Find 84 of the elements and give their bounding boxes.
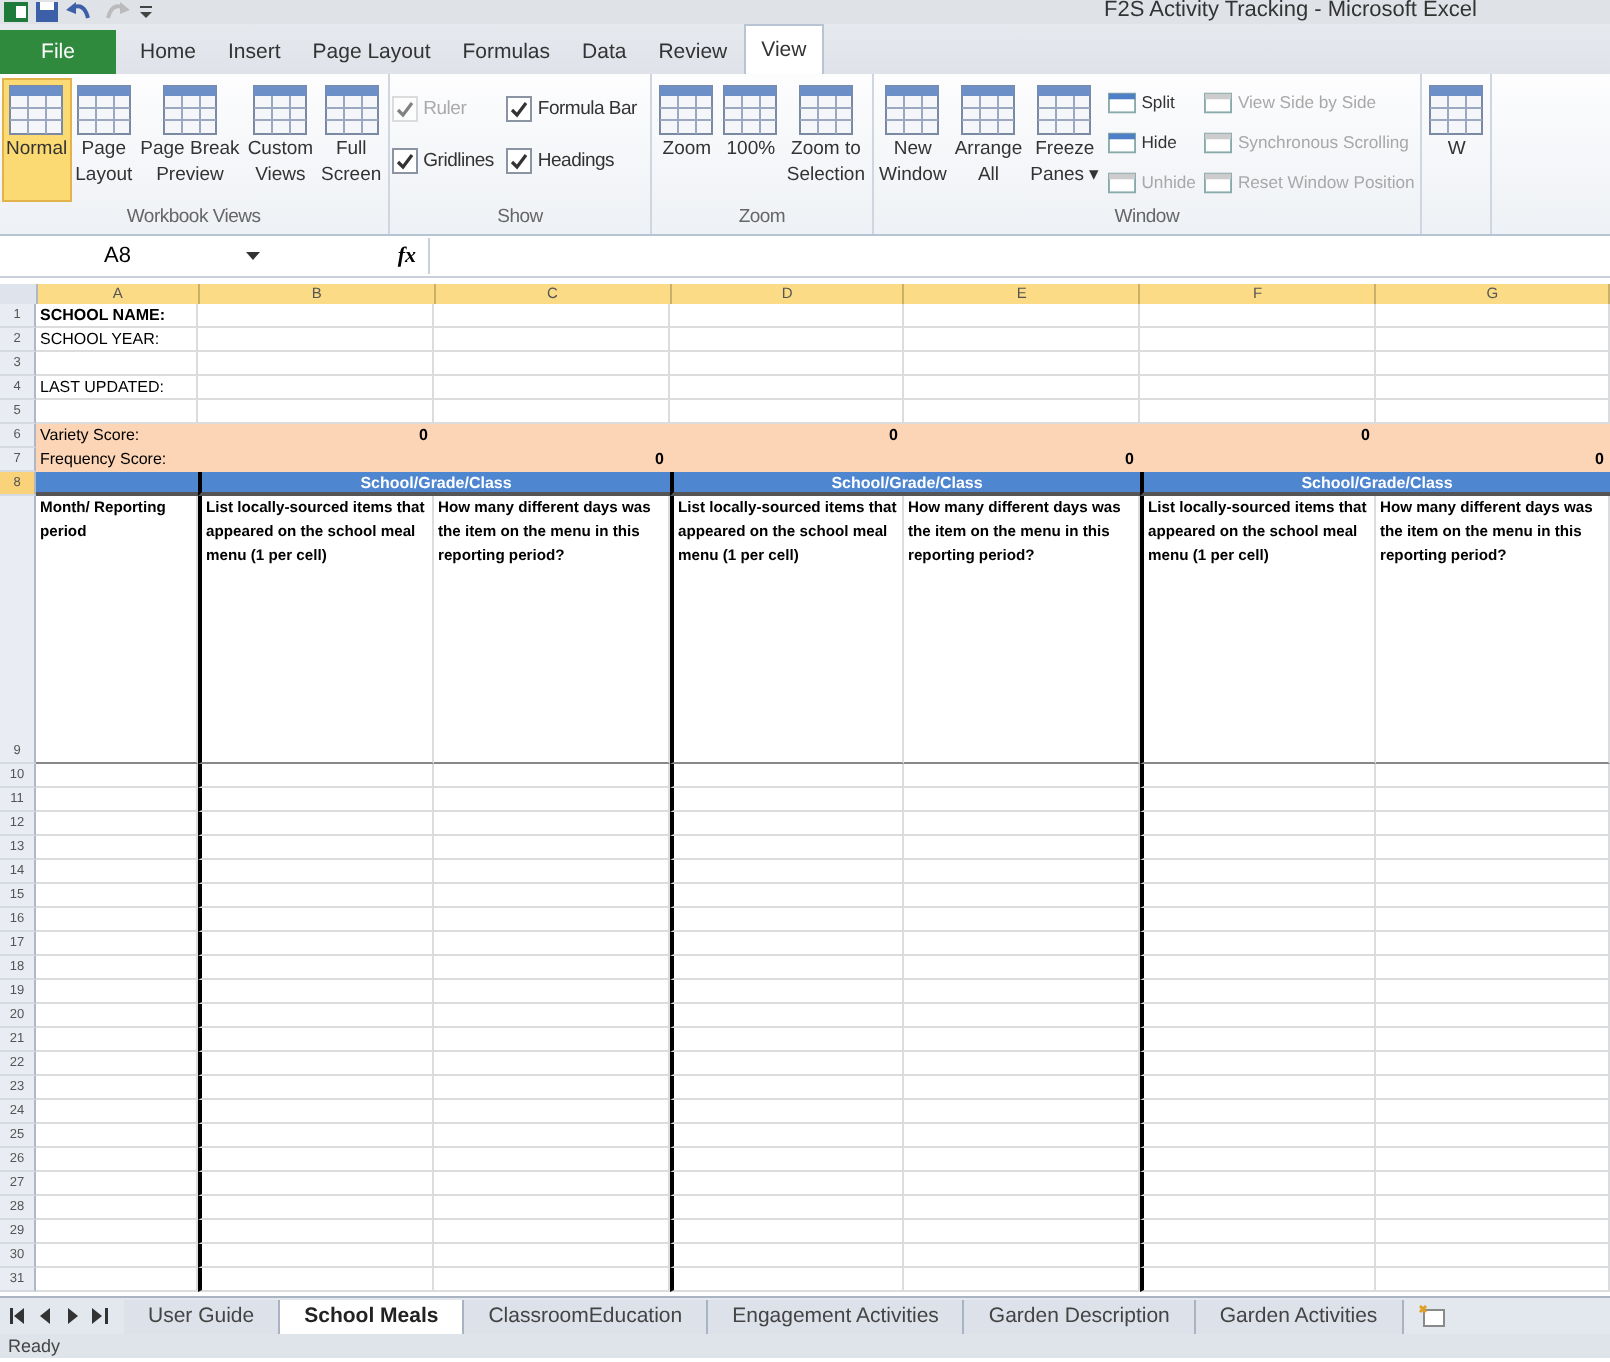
table-cell: 0 — [198, 424, 434, 448]
insert-function-button[interactable]: fx — [397, 244, 416, 268]
checkbox[interactable] — [505, 147, 532, 173]
window-option[interactable]: Split — [1103, 86, 1200, 118]
table-cell: School/Grade/Class — [198, 472, 670, 496]
table-cell: SCHOOL NAME: — [36, 304, 198, 328]
checkbox-option[interactable]: Gridlines — [391, 138, 506, 182]
table-cell: LAST UPDATED: — [36, 376, 198, 400]
view-button[interactable]: New Window — [875, 78, 951, 202]
view-button[interactable]: Custom Views — [243, 78, 318, 202]
sheet-tab[interactable]: Engagement Activities — [708, 1299, 965, 1333]
ribbon-tab[interactable]: Home — [124, 30, 213, 74]
ribbon-tab[interactable]: View — [743, 24, 825, 74]
view-button[interactable]: Page Layout — [71, 78, 137, 202]
sheet-tab[interactable]: School Meals — [280, 1299, 465, 1333]
window-grid-icon — [797, 84, 854, 136]
save-icon[interactable] — [36, 2, 58, 22]
group-title: Show — [495, 206, 545, 232]
file-menu-tab[interactable]: File — [0, 30, 116, 74]
window-grid-icon — [884, 84, 941, 136]
select-all-corner[interactable] — [0, 284, 38, 304]
table-cell: 0 — [1140, 424, 1376, 448]
window-grid-icon — [960, 84, 1017, 136]
table-cell: SCHOOL YEAR: — [36, 328, 198, 352]
window-grid-icon — [1428, 84, 1485, 136]
window-grid-icon — [75, 84, 132, 136]
first-sheet-icon[interactable] — [10, 1308, 26, 1324]
spreadsheet-logo-icon[interactable] — [4, 2, 28, 22]
table-cell: School/Grade/Class — [670, 472, 1140, 496]
insert-sheet-icon[interactable] — [1415, 1304, 1448, 1328]
checkbox[interactable] — [391, 147, 418, 173]
view-button[interactable]: Zoom — [654, 78, 719, 202]
sheet-tab[interactable]: Garden Description — [964, 1299, 1196, 1333]
group-title: Zoom — [736, 206, 788, 232]
view-button[interactable]: W — [1424, 78, 1489, 202]
ribbon-tab[interactable]: Formulas — [446, 30, 567, 74]
table-cell: 0 — [904, 448, 1140, 472]
sheet-tab[interactable]: User Guide — [124, 1299, 281, 1333]
checkbox-option[interactable]: Formula Bar — [505, 86, 649, 130]
ribbon-tab[interactable]: Page Layout — [296, 30, 447, 74]
view-button[interactable]: Page Break Preview — [136, 78, 244, 202]
undo-icon[interactable] — [66, 2, 94, 22]
window-grid-icon — [161, 84, 218, 136]
table-cell: School/Grade/Class — [1140, 472, 1610, 496]
ribbon-tab[interactable]: Review — [642, 30, 744, 74]
name-box[interactable]: A8 — [0, 238, 276, 274]
previous-sheet-icon[interactable] — [40, 1308, 52, 1324]
checkbox[interactable] — [505, 95, 532, 121]
ribbon-tab[interactable]: Insert — [212, 30, 297, 74]
view-button[interactable]: Full Screen — [317, 78, 386, 202]
window-grid-icon — [1036, 84, 1093, 136]
pane-icon — [1107, 171, 1136, 193]
pane-icon — [1203, 91, 1232, 113]
view-button[interactable]: Freeze Panes ▾ — [1026, 78, 1104, 202]
window-option[interactable]: Hide — [1103, 126, 1200, 158]
window-grid-icon — [722, 84, 779, 136]
customize-caret-icon[interactable] — [138, 2, 154, 22]
view-button[interactable]: Normal — [2, 78, 72, 202]
group-title: Workbook Views — [124, 206, 263, 232]
sheet-tab[interactable]: ClassroomEducation — [464, 1299, 709, 1333]
sheet-tab[interactable]: Garden Activities — [1195, 1299, 1404, 1333]
ribbon-tab[interactable]: Data — [566, 30, 643, 74]
table-cell: Variety Score: — [36, 424, 198, 448]
window-grid-icon — [323, 84, 380, 136]
last-sheet-icon[interactable] — [92, 1308, 108, 1324]
window-grid-icon — [8, 84, 65, 136]
table-cell: 0 — [1376, 448, 1610, 472]
window-grid-icon — [252, 84, 309, 136]
status-text: Ready — [8, 1336, 61, 1356]
pane-icon — [1203, 131, 1232, 153]
view-button[interactable]: Zoom to Selection — [782, 78, 870, 202]
pane-icon — [1107, 131, 1136, 153]
table-cell: Frequency Score: — [36, 448, 198, 472]
checkbox-option[interactable]: Headings — [505, 138, 649, 182]
pane-icon — [1203, 171, 1232, 193]
next-sheet-icon[interactable] — [66, 1308, 78, 1324]
window-title: F2S Activity Tracking - Microsoft Excel — [1104, 0, 1477, 22]
window-grid-icon — [658, 84, 715, 136]
group-title: Window — [1112, 206, 1182, 232]
table-cell: 0 — [434, 448, 670, 472]
view-button[interactable]: 100% — [718, 78, 783, 202]
table-cell: 0 — [670, 424, 904, 448]
pane-icon — [1107, 91, 1136, 113]
view-button[interactable]: Arrange All — [950, 78, 1027, 202]
